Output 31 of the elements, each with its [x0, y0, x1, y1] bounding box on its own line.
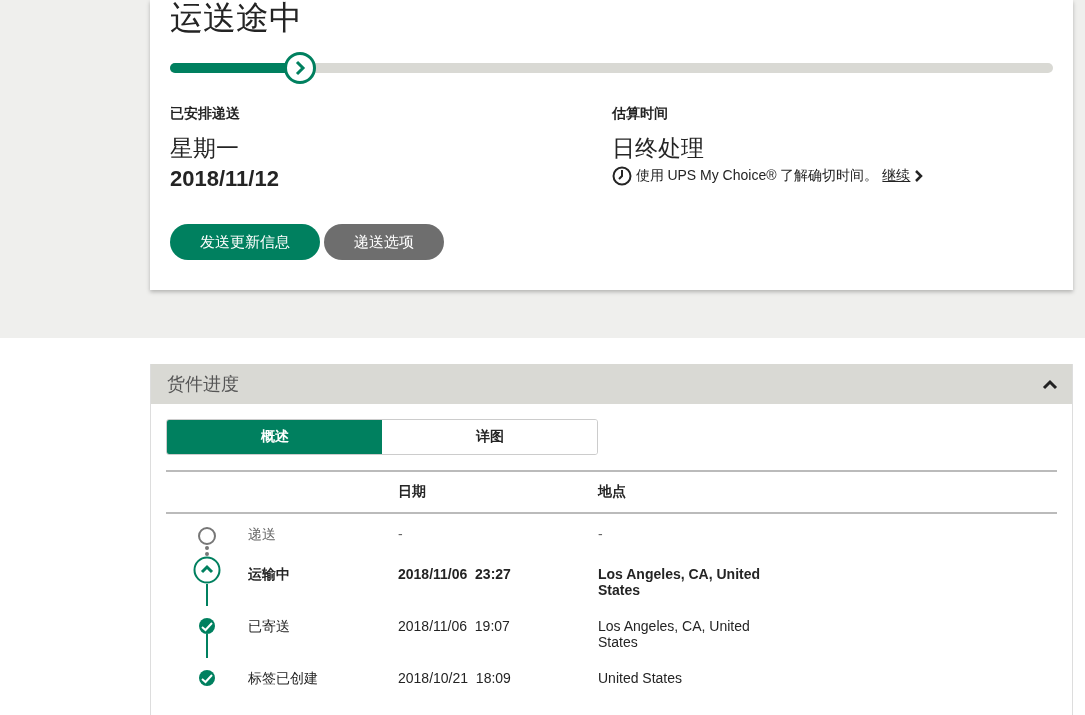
send-updates-button[interactable]: 发送更新信息	[170, 224, 320, 260]
delivery-options-button[interactable]: 递送选项	[324, 224, 444, 260]
status-text: 运输中	[248, 566, 290, 582]
continue-link[interactable]: 继续	[882, 167, 911, 185]
view-tab[interactable]: 概述	[167, 420, 382, 454]
chevron-right-icon	[914, 170, 925, 182]
location-text: Los Angeles, CA, United States	[598, 618, 751, 650]
delivery-day: 星期一	[170, 133, 239, 164]
status-text: 已寄送	[248, 618, 290, 634]
panel-title: 货件进度	[167, 373, 239, 396]
column-header: 日期	[398, 471, 598, 513]
column-header: 地点	[598, 471, 1057, 513]
section-label: 估算时间	[611, 105, 668, 123]
section-label: 已安排递送	[170, 105, 240, 123]
status-text: 递送	[248, 526, 276, 542]
status-title: 运送途中	[170, 0, 302, 38]
circle-icon	[197, 526, 217, 546]
location-text: United States	[598, 670, 684, 686]
clock-icon	[611, 166, 632, 186]
status-text: 标签已创建	[248, 670, 318, 686]
location-text: Los Angeles, CA, United States	[598, 566, 762, 598]
delivery-date: 2018/11/12	[170, 166, 279, 192]
chevron-up-icon[interactable]	[1042, 378, 1058, 390]
date-text: 2018/11/06 23:27	[398, 566, 511, 582]
date-text: -	[398, 526, 403, 542]
location-text: -	[598, 526, 604, 542]
date-text: 2018/10/21 18:09	[398, 670, 511, 686]
check-icon	[199, 670, 215, 686]
estimated-time: 日终处理	[611, 135, 704, 163]
date-text: 2018/11/06 19:07	[398, 618, 510, 634]
choice-note: 使用 UPS My Choice® 了解确切时间。	[635, 167, 879, 185]
